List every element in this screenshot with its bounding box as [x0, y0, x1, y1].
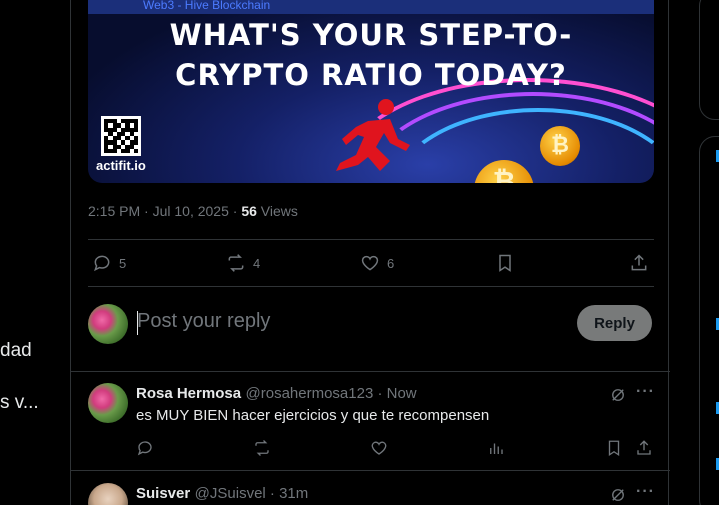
grok-icon[interactable]	[609, 486, 627, 504]
image-title-line-1: WHAT'S YOUR STEP-TO-	[169, 18, 573, 52]
reply-icon	[94, 255, 110, 272]
reply-submit-button[interactable]: Reply	[577, 305, 652, 341]
main-column: Web3 - Hive Blockchain WHAT'S YOUR STEP-…	[70, 0, 670, 505]
view-count: 56	[241, 203, 257, 219]
post-metadata: 2:15 PM · Jul 10, 2025 · 56 Views	[88, 203, 298, 219]
comment-author-name[interactable]: Rosa Hermosa	[136, 385, 241, 402]
more-icon[interactable]: ···	[636, 383, 655, 401]
divider	[71, 371, 670, 372]
like-icon[interactable]	[370, 439, 388, 457]
avatar[interactable]	[88, 383, 128, 423]
share-button[interactable]	[629, 253, 649, 273]
avatar[interactable]	[88, 483, 128, 505]
repost-button[interactable]: 4	[226, 253, 260, 273]
comment-header: Rosa Hermosa @rosahermosa123 · Now	[136, 385, 417, 403]
reply-input[interactable]: Post your reply	[137, 310, 270, 333]
left-sidebar-text-1: dad	[0, 340, 32, 361]
bitcoin-coin-icon: ₿	[540, 126, 580, 166]
grok-icon[interactable]	[609, 386, 627, 404]
reply-button[interactable]: 5	[92, 253, 126, 273]
comment-author-handle[interactable]: @rosahermosa123 · Now	[246, 385, 417, 402]
bookmark-icon[interactable]	[605, 439, 623, 457]
post-timestamp[interactable]: 2:15 PM · Jul 10, 2025 ·	[88, 203, 241, 219]
repost-icon[interactable]	[253, 439, 271, 457]
share-icon[interactable]	[635, 439, 653, 457]
avatar[interactable]	[88, 304, 128, 344]
repost-count: 4	[253, 255, 261, 271]
image-brand: actifit.io	[96, 158, 146, 173]
comment-text: es MUY BIEN hacer ejercicios y que te re…	[136, 407, 490, 424]
share-icon	[631, 254, 647, 271]
runner-logo-icon	[336, 99, 410, 171]
like-count: 6	[387, 255, 395, 271]
left-sidebar-text-2[interactable]: s v...	[0, 392, 39, 414]
divider	[71, 470, 670, 471]
more-icon[interactable]: ···	[636, 483, 655, 501]
comment-author-name[interactable]: Suisver	[136, 485, 190, 502]
image-tag: Web3 - Hive Blockchain	[143, 0, 271, 12]
bookmark-icon	[499, 254, 511, 272]
views-label: Views	[256, 203, 298, 219]
sidebar-card	[699, 0, 719, 120]
image-title-line-2: CRYPTO RATIO TODAY?	[175, 58, 567, 92]
reply-count: 5	[119, 255, 127, 271]
like-button[interactable]: 6	[360, 253, 394, 273]
comment-author-handle[interactable]: @JSuisvel · 31m	[195, 485, 309, 502]
reply-icon[interactable]	[136, 439, 154, 457]
like-icon	[361, 255, 379, 271]
left-sidebar: dad s v...	[0, 0, 70, 505]
qr-code	[101, 116, 141, 156]
comment-header: Suisver @JSuisvel · 31m	[136, 485, 308, 503]
bookmark-button[interactable]	[495, 253, 515, 273]
right-sidebar	[669, 0, 719, 505]
analytics-icon[interactable]	[487, 439, 505, 457]
divider	[88, 286, 654, 287]
post-image[interactable]: Web3 - Hive Blockchain WHAT'S YOUR STEP-…	[88, 0, 654, 183]
repost-icon	[228, 254, 244, 272]
divider	[88, 239, 654, 240]
